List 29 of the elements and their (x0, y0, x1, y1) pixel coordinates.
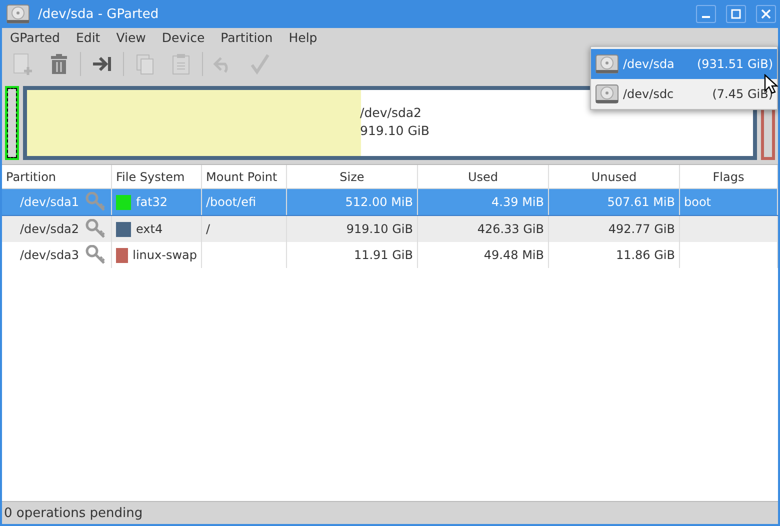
table-cell: 426.33 GiB (477, 222, 544, 236)
table-cell: 11.86 GiB (616, 248, 675, 262)
table-cell: 507.61 MiB (607, 195, 675, 209)
table-cell: 11.91 GiB (354, 248, 413, 262)
menu-item[interactable]: View (116, 30, 146, 44)
status-bar: 0 operations pending (2, 501, 778, 524)
table-row[interactable]: /dev/sda2 ext4 / 919.10 GiB 426.33 GiB 492.77 GiB (2, 216, 778, 242)
table-cell: 512.00 MiB (345, 195, 413, 209)
table-cell: 919.10 GiB (346, 222, 413, 236)
table-cell: 492.77 GiB (608, 222, 675, 236)
table-cell: /dev/sda1 (20, 195, 80, 209)
partition-name: /dev/sda2 (360, 104, 423, 122)
menu-item[interactable]: Partition (220, 30, 273, 44)
table-cell: boot (684, 195, 712, 209)
menu-item[interactable]: Device (162, 30, 205, 44)
table-cell: fat32 (136, 195, 168, 209)
table-cell: 4.39 MiB (492, 195, 544, 209)
table-cell: 49.48 MiB (484, 248, 544, 262)
table-cell: /dev/sda2 (20, 222, 80, 236)
partition-size: 919.10 GiB (360, 122, 430, 140)
menu-item[interactable]: Edit (76, 30, 100, 44)
table-cell: ext4 (136, 222, 163, 236)
window-title: /dev/sda - GParted (38, 6, 160, 22)
menu-item[interactable]: GParted (10, 30, 60, 44)
table-cell: /boot/efi (206, 195, 256, 209)
table-cell: / (206, 222, 210, 236)
menu-item[interactable]: Help (288, 30, 318, 44)
table-cell: linux-swap (132, 248, 197, 262)
table-cell: /dev/sda3 (20, 248, 80, 262)
